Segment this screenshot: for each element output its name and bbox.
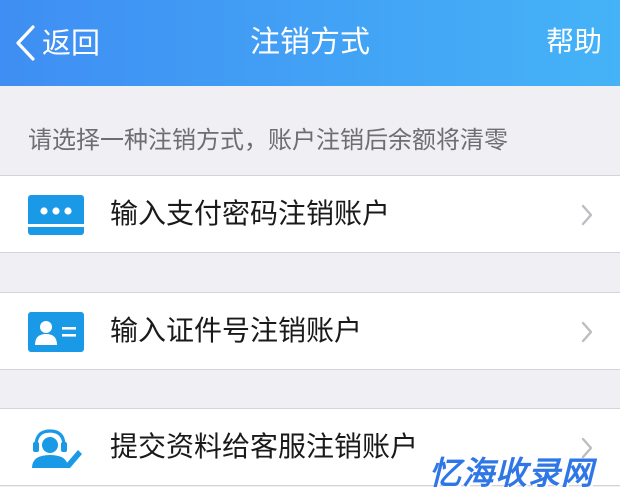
customer-service-icon [32, 429, 82, 468]
chevron-right-icon [581, 204, 593, 226]
instruction-text: 请选择一种注销方式，账户注销后余额将清零 [28, 126, 508, 154]
help-button[interactable]: 帮助 [546, 21, 602, 63]
top-nav-bar: 返回 注销方式 帮助 [0, 0, 620, 86]
id-card-icon [28, 312, 84, 352]
option-id-number[interactable]: 输入证件号注销账户 [0, 292, 620, 370]
option-label: 提交资料给客服注销账户 [110, 430, 419, 463]
site-watermark: 忆海收录网 [428, 454, 594, 487]
option-label: 输入证件号注销账户 [110, 314, 363, 347]
option-label: 输入支付密码注销账户 [110, 197, 391, 230]
option-payment-password[interactable]: 输入支付密码注销账户 [0, 175, 620, 253]
chevron-right-icon [581, 321, 593, 343]
password-card-icon [28, 195, 84, 235]
page-title: 注销方式 [250, 25, 370, 60]
